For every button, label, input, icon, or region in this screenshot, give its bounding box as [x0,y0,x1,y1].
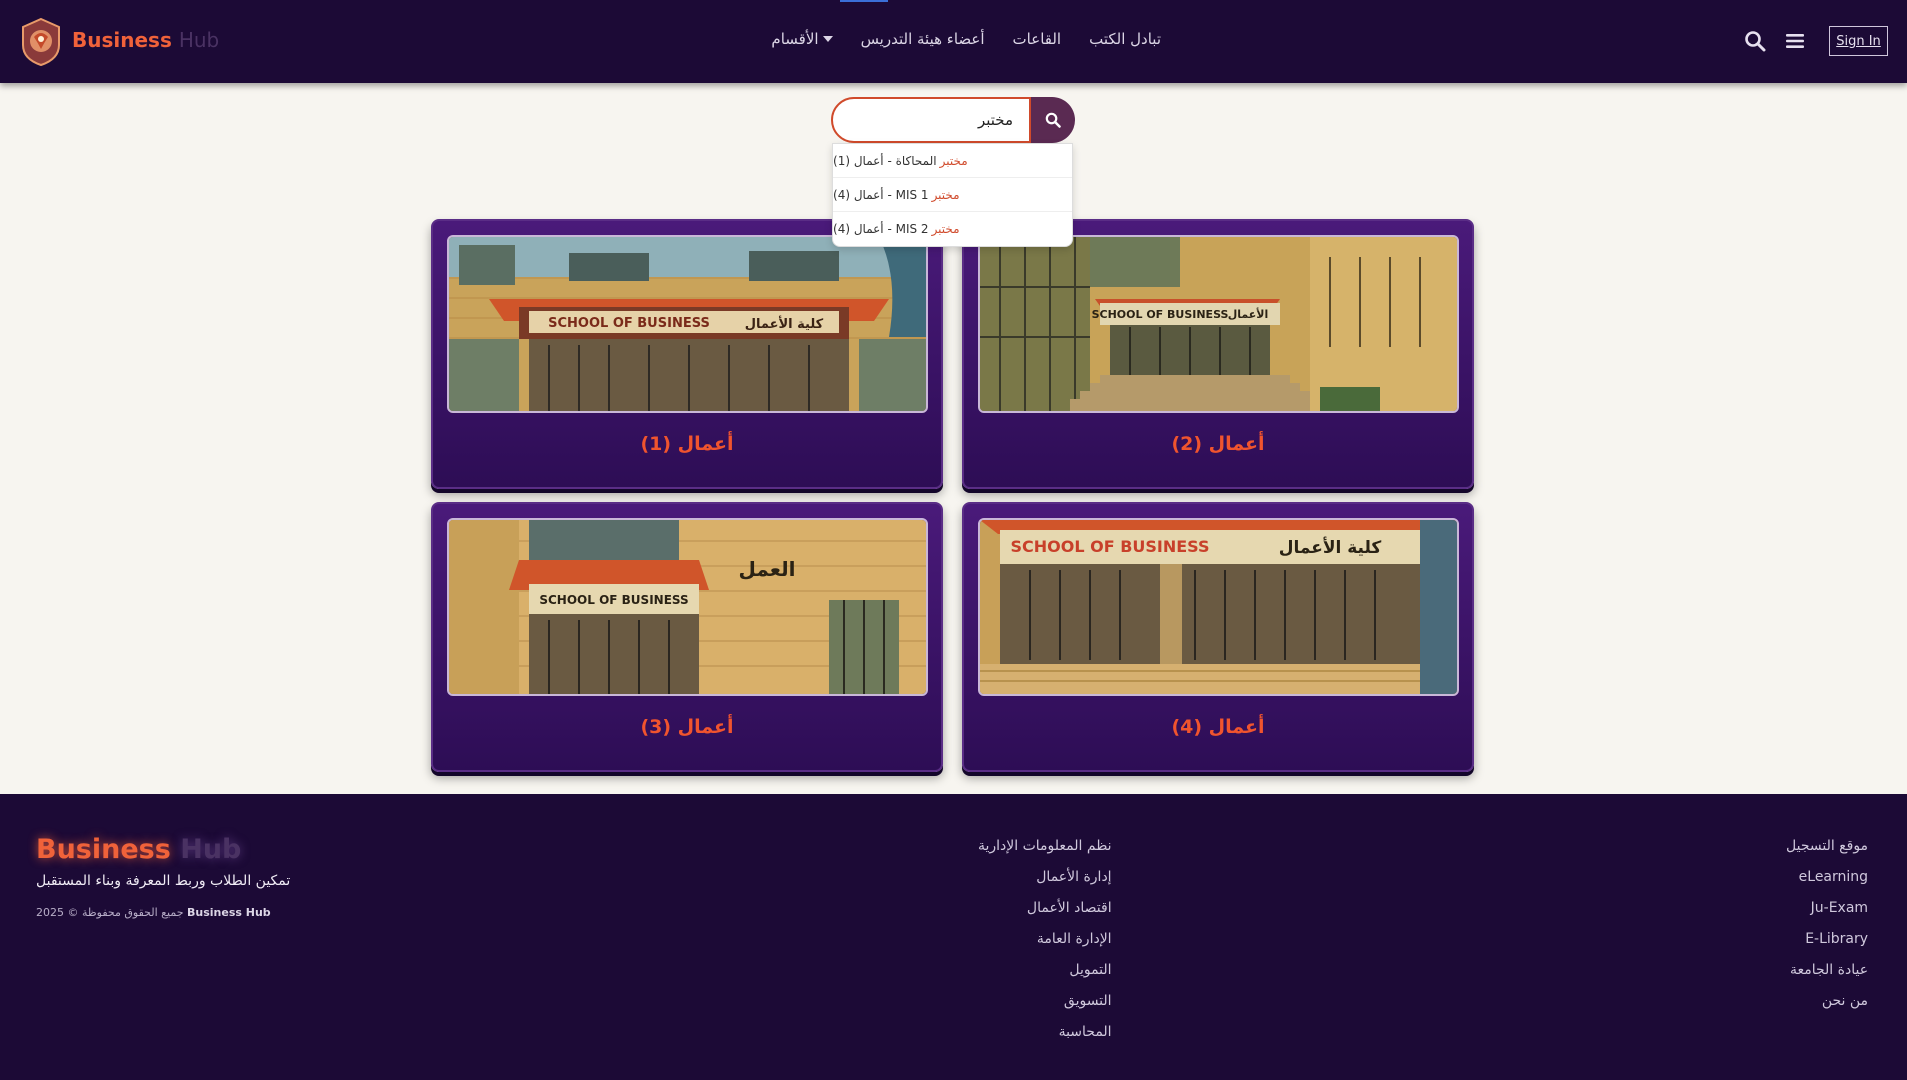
footer-link-marketing[interactable]: التسويق [978,993,1112,1012]
building-image: SCHOOL OF BUSINESS الأعمال [978,235,1459,413]
suggestion-highlight: مختبر [931,222,960,236]
footer-link-accounting[interactable]: المحاسبة [978,1024,1112,1043]
footer-brand-secondary: Hub [180,834,242,865]
card-title: أعمال (2) [1171,433,1265,455]
footer-brand-primary: Business [36,834,171,865]
search-icon[interactable] [1744,30,1766,52]
search-icon [1045,112,1061,128]
footer-departments: نظم المعلومات الإدارية إدارة الأعمال اقت… [978,838,1112,1043]
suggestion-text: المحاكاة - أعمال (1) [833,153,937,168]
footer-link-registration[interactable]: موقع التسجيل [1786,838,1868,857]
menu-icon[interactable] [1784,30,1806,52]
footer-brand: Business Hub [36,834,241,865]
nav-link-book-exchange[interactable]: تبادل الكتب [1089,30,1161,48]
footer-link-public-admin[interactable]: الإدارة العامة [978,931,1112,950]
footer-link-finance[interactable]: التمويل [978,962,1111,981]
suggestion-text: MIS 2 - أعمال (4) [833,222,929,236]
brand-primary: Business [72,28,172,52]
building-card-2[interactable]: SCHOOL OF BUSINESS الأعمال أعمال (2) [962,219,1474,489]
footer-link-ju-exam[interactable]: Ju-Exam [1786,900,1868,919]
building-image: SCHOOL OF BUSINESS كلية الأعمال [978,518,1459,696]
card-title: أعمال (1) [640,433,734,455]
sign-text-arabic: كلية الأعمال [745,315,824,332]
nav-dropdown-departments[interactable]: الأقسام [771,30,833,48]
top-navbar: Business Hub تبادل الكتب القاعات أعضاء ه… [0,0,1907,83]
search-suggestions: مختبر المحاكاة - أعمال (1) مختبر MIS 1 -… [832,143,1073,247]
suggestion-text: MIS 1 - أعمال (4) [833,187,929,202]
nav-links: تبادل الكتب القاعات أعضاء هيئة التدريس ا… [771,30,1161,48]
card-title: أعمال (4) [1171,716,1265,738]
sign-text: SCHOOL OF BUSINESS [548,316,710,331]
footer-link-business-economics[interactable]: اقتصاد الأعمال [978,900,1112,919]
building-image: SCHOOL OF BUSINESS كلية الأعمال [447,235,928,413]
university-logo-icon[interactable] [20,17,62,67]
building-image: SCHOOL OF BUSINESS العمل [447,518,928,696]
suggestion-item[interactable]: مختبر المحاكاة - أعمال (1) [833,144,1072,178]
copyright-text: جميع الحقوق محفوظة © 2025 [36,906,184,919]
caret-down-icon [822,36,833,42]
footer-link-business-admin[interactable]: إدارة الأعمال [978,869,1111,888]
sign-text: SCHOOL OF BUSINESS [539,593,688,607]
nav-link-departments: الأقسام [771,30,819,48]
sign-text: SCHOOL OF BUSINESS [1010,537,1209,556]
sign-in-button[interactable]: Sign In [1829,26,1888,56]
brand-secondary: Hub [178,28,220,52]
nav-link-halls[interactable]: القاعات [1013,30,1062,48]
building-card-4[interactable]: SCHOOL OF BUSINESS كلية الأعمال أعمال (4… [962,502,1474,772]
footer-links: موقع التسجيل eLearning Ju-Exam E-Library… [1786,838,1868,1012]
suggestion-highlight: مختبر [939,153,968,168]
footer: Business Hub تمكين الطلاب وربط المعرفة و… [0,794,1907,1080]
search-button[interactable] [1031,97,1075,143]
brand-name[interactable]: Business Hub [72,28,219,52]
suggestion-item[interactable]: مختبر MIS 1 - أعمال (4) [833,178,1072,212]
suggestion-highlight: مختبر [931,187,960,202]
sign-text-arabic: الأعمال [1228,307,1269,321]
building-card-1[interactable]: SCHOOL OF BUSINESS كلية الأعمال أعمال (1… [431,219,943,489]
nav-link-faculty[interactable]: أعضاء هيئة التدريس [861,30,985,48]
sign-text-arabic: كلية الأعمال [1279,537,1382,558]
sign-text-arabic: العمل [739,557,796,581]
card-title: أعمال (3) [640,716,734,738]
building-card-3[interactable]: SCHOOL OF BUSINESS العمل أعمال (3) [431,502,943,772]
footer-tagline: تمكين الطلاب وربط المعرفة وبناء المستقبل [36,873,291,889]
footer-copyright: Business Hub جميع الحقوق محفوظة © 2025 [36,906,271,919]
suggestion-item[interactable]: مختبر MIS 2 - أعمال (4) [833,212,1072,246]
search-input[interactable]: مختبر [831,97,1031,143]
loading-indicator [840,0,888,2]
footer-link-mis[interactable]: نظم المعلومات الإدارية [978,838,1112,857]
sign-text: SCHOOL OF BUSINESS [1092,308,1229,321]
footer-link-e-library[interactable]: E-Library [1786,931,1868,950]
copyright-brand: Business Hub [187,906,271,919]
footer-link-clinic[interactable]: عيادة الجامعة [1786,962,1868,981]
footer-link-about[interactable]: من نحن [1786,993,1868,1012]
footer-link-elearning[interactable]: eLearning [1786,869,1868,888]
